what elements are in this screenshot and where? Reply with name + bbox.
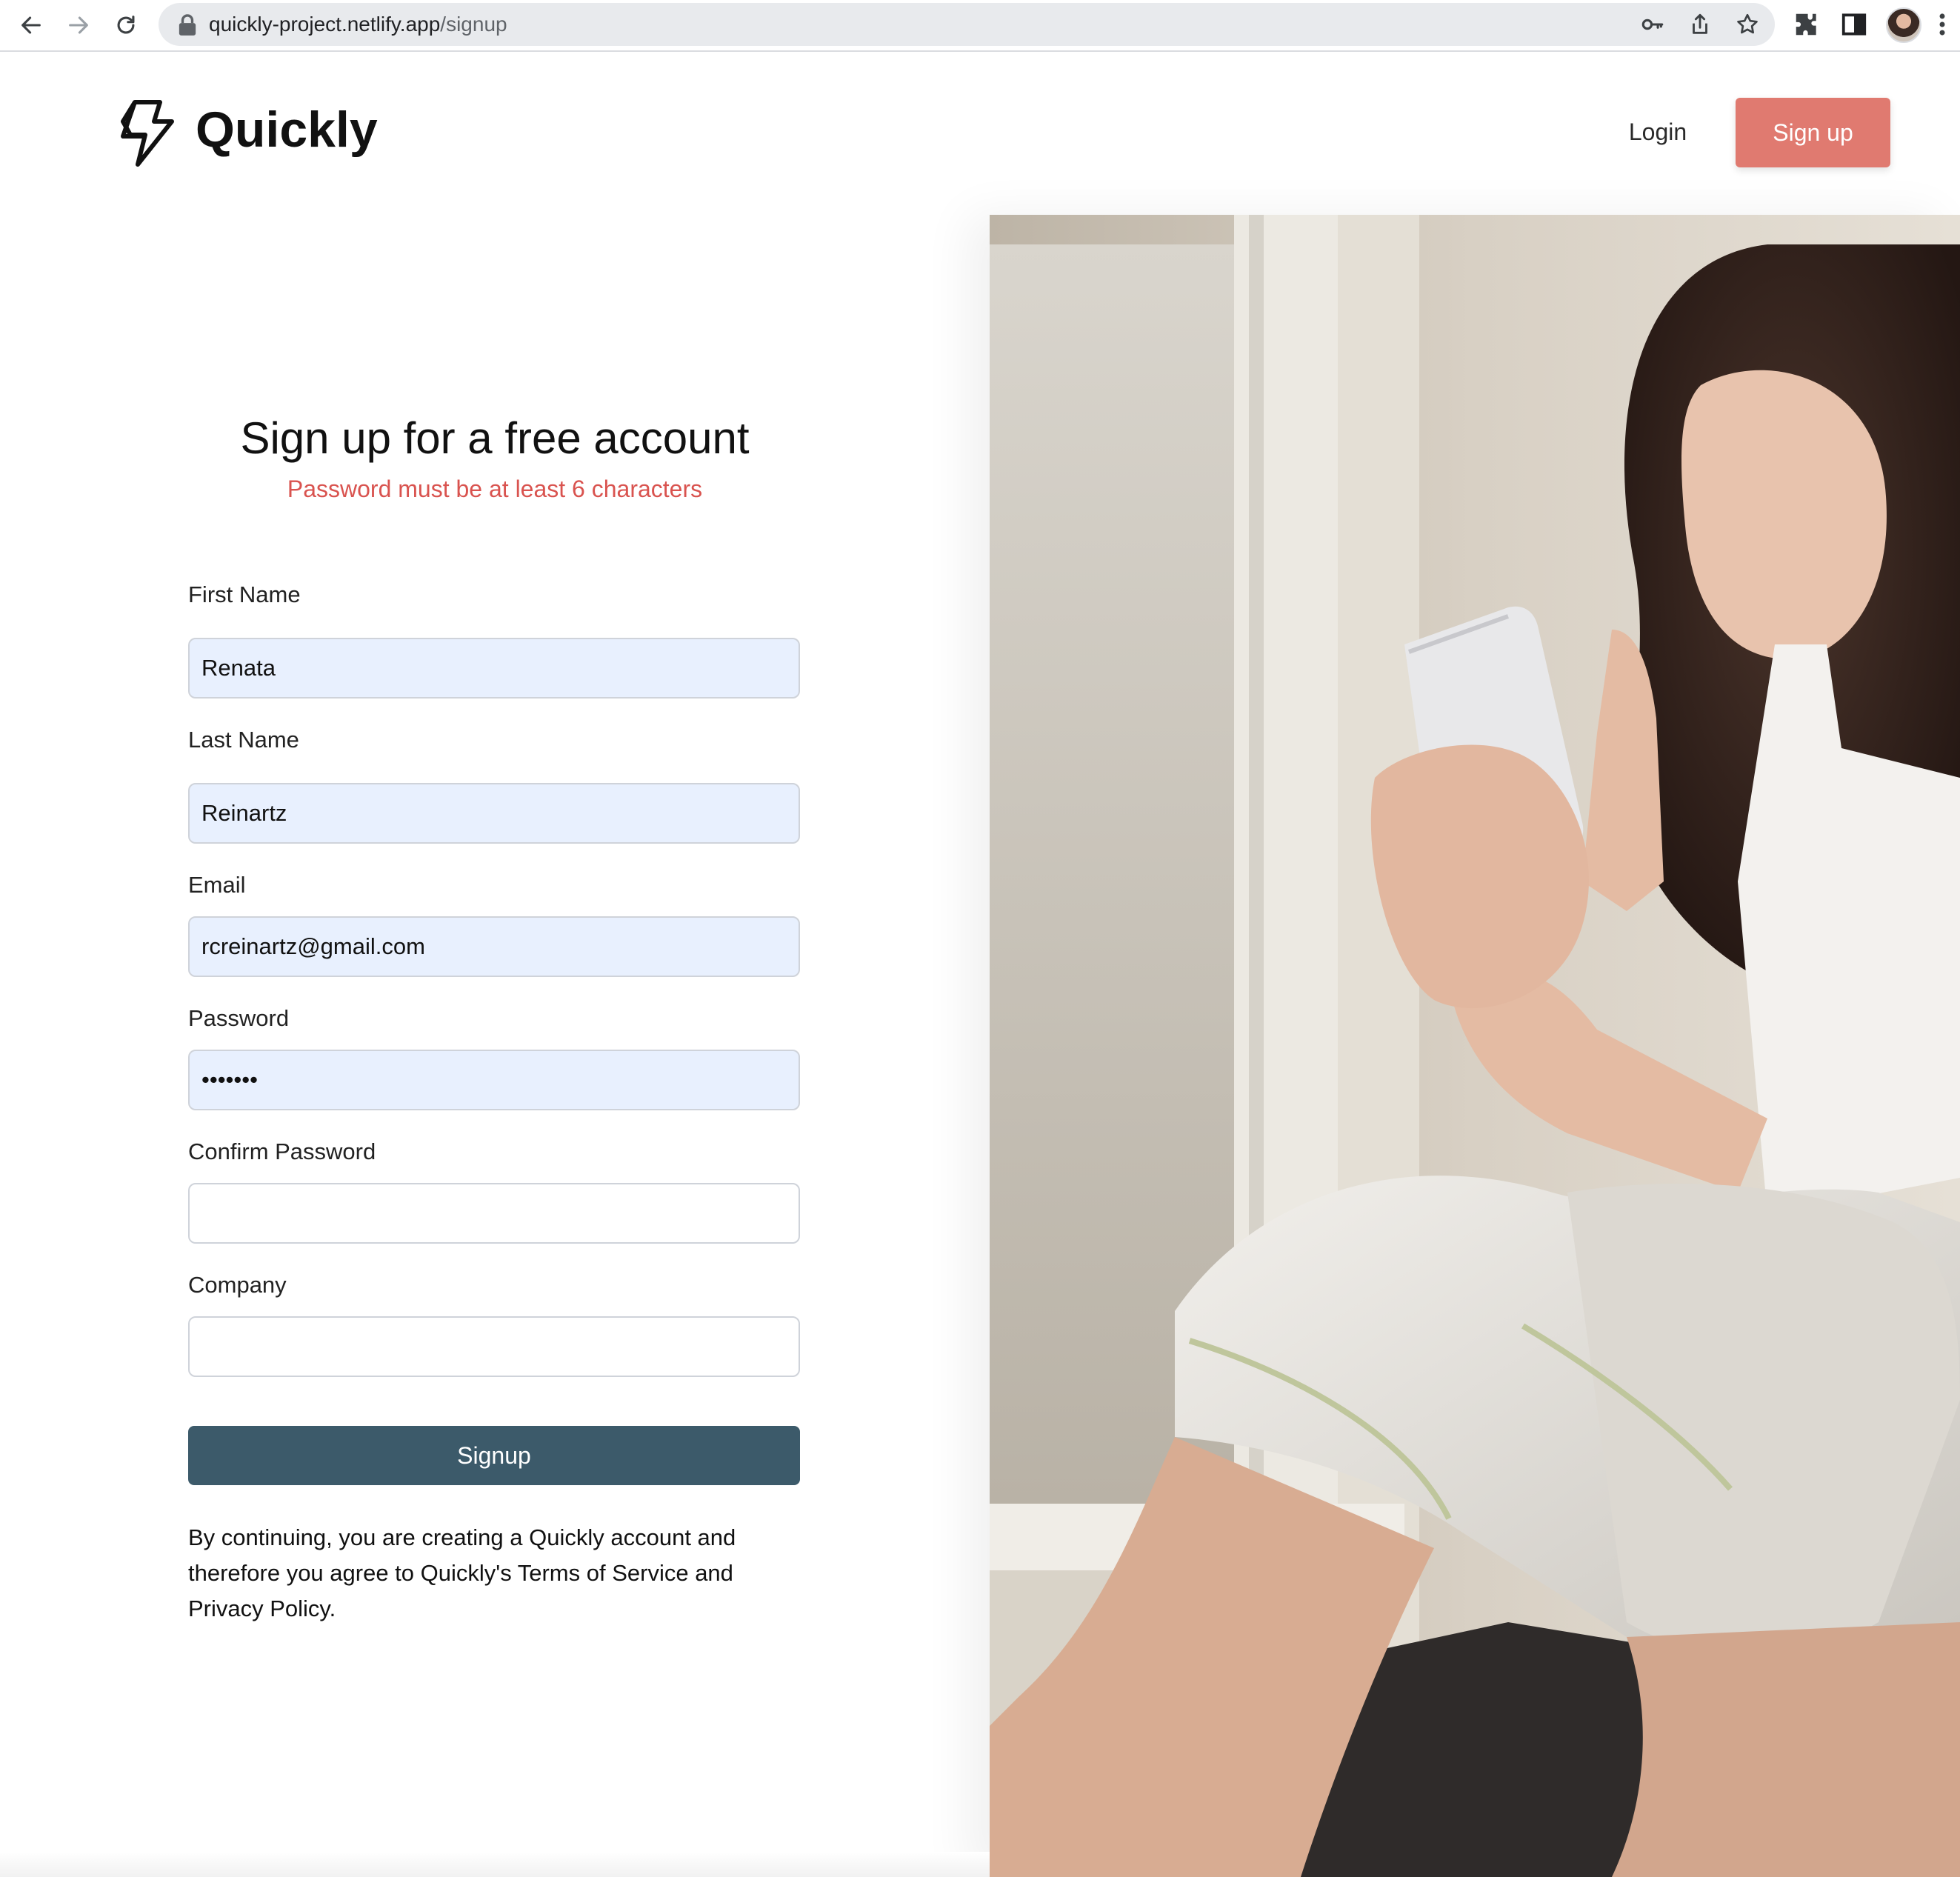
terms-disclaimer: By continuing, you are creating a Quickl… [188, 1524, 736, 1621]
page-bottom-edge [0, 1852, 990, 1877]
signup-submit-button[interactable]: Signup [188, 1426, 800, 1485]
login-link[interactable]: Login [1593, 114, 1723, 150]
password-error-message: Password must be at least 6 characters [287, 476, 703, 502]
back-button[interactable] [13, 7, 49, 43]
forward-arrow-icon [69, 16, 88, 34]
reload-button[interactable] [108, 7, 144, 43]
star-icon[interactable] [1735, 12, 1760, 37]
email-label: Email [188, 872, 246, 898]
hero-photo [990, 215, 1960, 1877]
password-label: Password [188, 1005, 290, 1031]
reload-icon [117, 16, 135, 34]
side-panel-icon[interactable] [1840, 10, 1868, 39]
extensions-icon[interactable] [1793, 10, 1821, 39]
last-name-input[interactable] [188, 783, 800, 844]
confirm-password-input[interactable] [188, 1183, 800, 1244]
first-name-label: First Name [188, 581, 301, 607]
address-bar[interactable]: quickly-project.netlify.app/signup [159, 3, 1775, 46]
url-host: quickly-project.netlify.app [209, 13, 441, 36]
brand-name[interactable]: Quickly [196, 98, 378, 161]
first-name-input[interactable] [188, 638, 800, 699]
last-name-label: Last Name [188, 727, 299, 753]
url-path: /signup [440, 13, 507, 36]
key-icon[interactable] [1640, 12, 1665, 37]
company-input[interactable] [188, 1316, 800, 1377]
back-arrow-icon [21, 16, 41, 34]
password-input[interactable] [188, 1050, 800, 1110]
browser-toolbar: quickly-project.netlify.app/signup [0, 0, 1960, 52]
menu-dots-icon[interactable] [1935, 10, 1950, 39]
profile-avatar[interactable] [1886, 7, 1921, 43]
header-signup-button[interactable]: Sign up [1736, 98, 1890, 167]
lock-icon [179, 14, 196, 36]
share-icon[interactable] [1687, 12, 1713, 37]
lightning-logo-icon[interactable] [113, 99, 175, 167]
forward-button[interactable] [61, 7, 96, 43]
email-input[interactable] [188, 916, 800, 977]
confirm-password-label: Confirm Password [188, 1138, 376, 1164]
url-text: quickly-project.netlify.app/signup [209, 12, 507, 37]
company-label: Company [188, 1272, 287, 1298]
form-title: Sign up for a free account [240, 413, 750, 463]
